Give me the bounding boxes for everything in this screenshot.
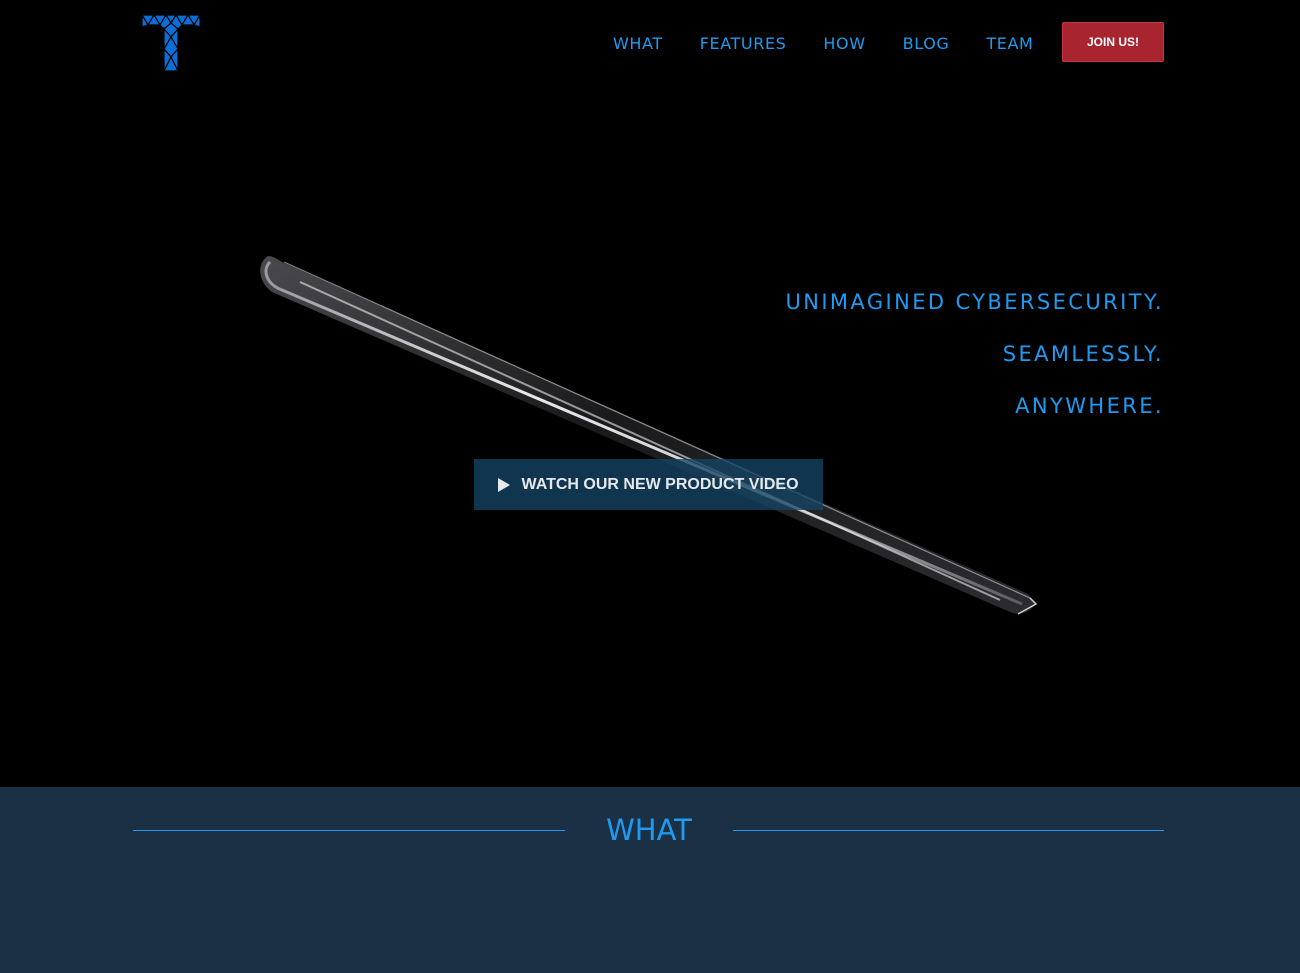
join-us-button[interactable]: JOIN US! xyxy=(1062,22,1164,62)
nav-item-team[interactable]: TEAM xyxy=(986,34,1033,53)
play-icon xyxy=(498,477,511,492)
nav-item-blog[interactable]: BLOG xyxy=(903,34,950,53)
tagline-line-1: UNIMAGINED CYBERSECURITY. xyxy=(785,290,1164,314)
watch-video-button[interactable]: WATCH OUR NEW PRODUCT VIDEO xyxy=(474,459,823,510)
hero-section: WHAT FEATURES HOW BLOG TEAM JOIN US! UNI… xyxy=(0,0,1300,787)
what-section: WHAT xyxy=(0,787,1300,973)
main-nav: WHAT FEATURES HOW BLOG TEAM xyxy=(613,31,1033,55)
page: WHAT FEATURES HOW BLOG TEAM JOIN US! UNI… xyxy=(0,0,1300,973)
nav-item-what[interactable]: WHAT xyxy=(613,34,663,53)
site-header: WHAT FEATURES HOW BLOG TEAM JOIN US! xyxy=(0,0,1300,90)
nav-item-features[interactable]: FEATURES xyxy=(700,34,787,53)
hero-tagline: UNIMAGINED CYBERSECURITY. SEAMLESSLY. AN… xyxy=(785,276,1164,432)
tagline-line-2: SEAMLESSLY. xyxy=(1002,342,1164,366)
logo-icon[interactable] xyxy=(142,15,200,71)
section-title: WHAT xyxy=(606,813,692,847)
section-divider-right xyxy=(733,830,1164,831)
nav-item-how[interactable]: HOW xyxy=(823,34,865,53)
section-divider-left xyxy=(133,830,565,831)
watch-video-label: WATCH OUR NEW PRODUCT VIDEO xyxy=(521,475,799,493)
tagline-line-3: ANYWHERE. xyxy=(1015,394,1164,418)
